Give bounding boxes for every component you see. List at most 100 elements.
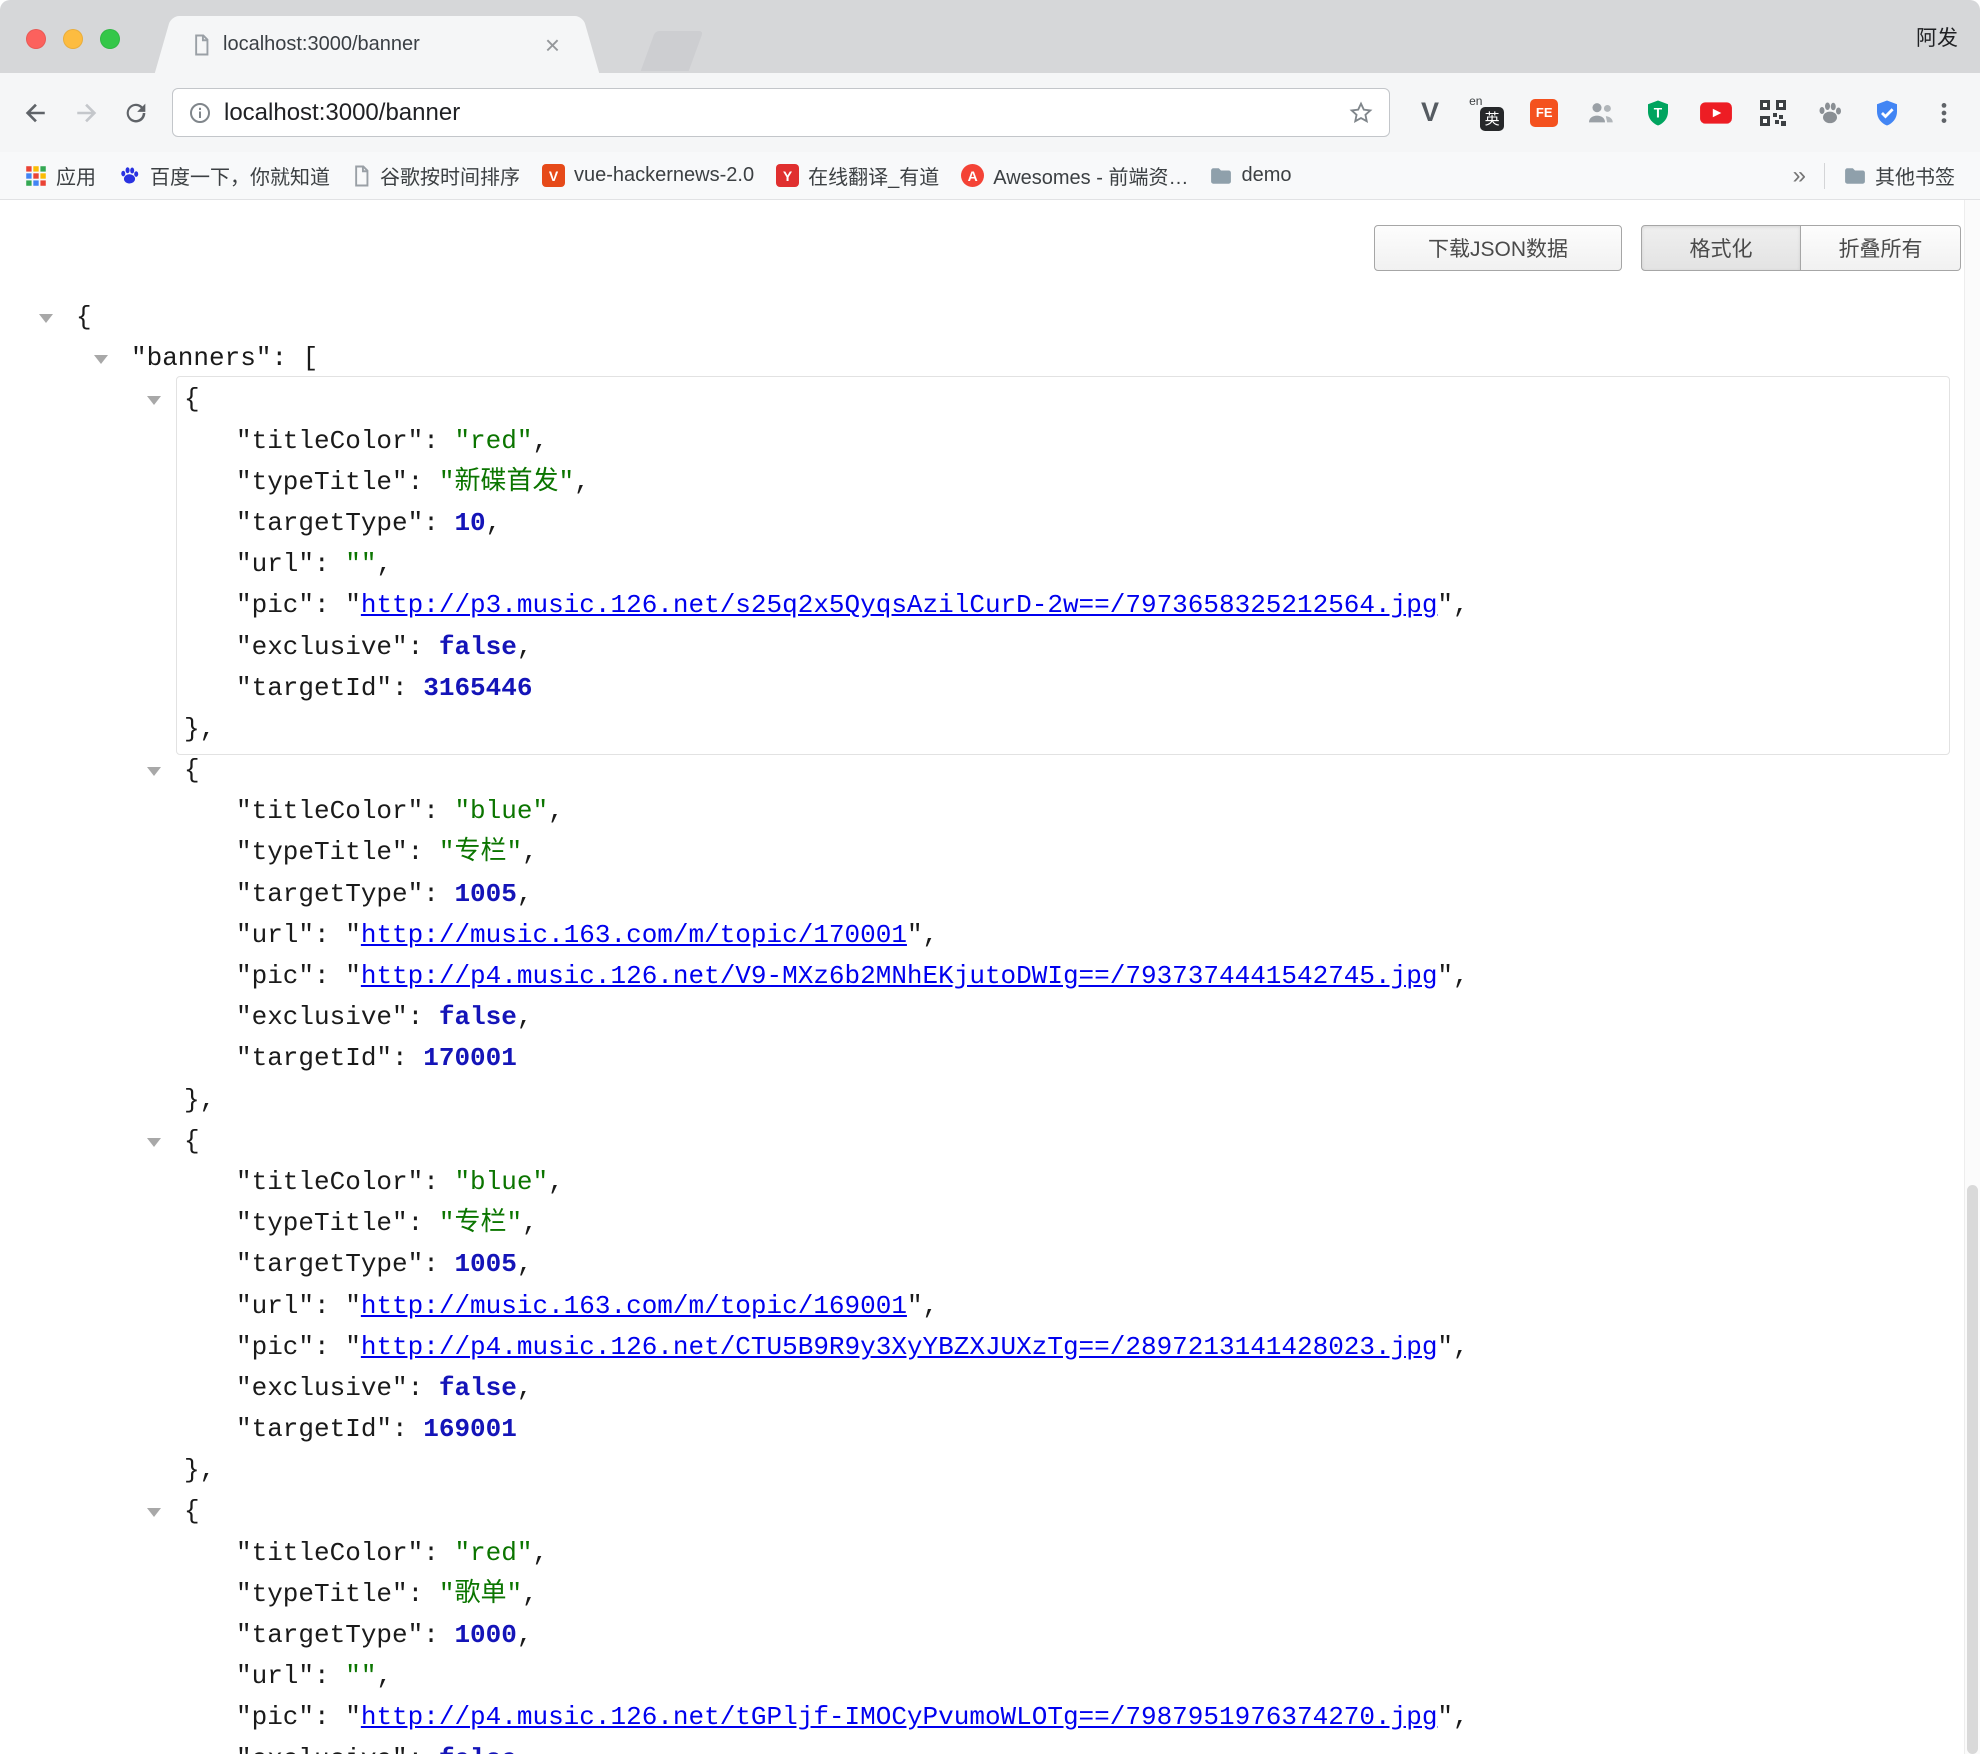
json-url-link[interactable]: http://p3.music.126.net/s25q2x5QyqsAzilC…	[361, 590, 1438, 620]
json-row: {	[0, 297, 1964, 338]
collapse-toggle-icon[interactable]	[147, 1508, 161, 1517]
json-punct: },	[184, 1455, 215, 1485]
json-punct: ,	[574, 467, 590, 497]
json-key: "titleColor"	[236, 1167, 423, 1197]
json-key: "targetType"	[236, 1249, 423, 1279]
browser-window: localhost:3000/banner × 阿发	[0, 0, 1980, 1754]
json-punct: :	[314, 961, 345, 991]
qrcode-extension-icon[interactable]	[1755, 95, 1791, 131]
json-key: "titleColor"	[236, 1538, 423, 1568]
fe-extension-icon[interactable]: FE	[1526, 95, 1562, 131]
collapse-toggle-icon[interactable]	[147, 1138, 161, 1147]
json-row: "targetId": 169001	[0, 1409, 1964, 1450]
json-punct: ,	[1453, 1702, 1469, 1732]
json-row: "exclusive": false,	[0, 997, 1964, 1038]
collapse-toggle-icon[interactable]	[39, 314, 53, 323]
back-button[interactable]	[14, 91, 58, 135]
format-button[interactable]: 格式化	[1641, 225, 1801, 271]
json-punct: :	[423, 1538, 454, 1568]
json-url-link[interactable]: http://p4.music.126.net/V9-MXz6b2MNhEKju…	[361, 961, 1438, 991]
json-key: "url"	[236, 1661, 314, 1691]
json-key: "banners"	[131, 343, 271, 373]
json-punct: ,	[1453, 961, 1469, 991]
json-punct: :	[392, 1414, 423, 1444]
bookmarks-overflow-chevron[interactable]: »	[1783, 162, 1816, 190]
browser-menu-button[interactable]	[1926, 95, 1962, 131]
json-key: "exclusive"	[236, 1002, 408, 1032]
json-string: "专栏"	[439, 1208, 522, 1238]
json-row: "typeTitle": "新碟首发",	[0, 462, 1964, 503]
json-punct: ,	[923, 920, 939, 950]
bookmark-awesomes[interactable]: A Awesomes - 前端资…	[950, 158, 1199, 194]
tab-close-icon[interactable]: ×	[543, 32, 562, 58]
youtube-extension-icon[interactable]	[1698, 95, 1734, 131]
json-number: 10	[454, 508, 485, 538]
bookmarks-bar: 应用 百度一下，你就知道 谷歌按时间排序 V vue-hackernews-2.…	[0, 152, 1980, 200]
collapse-toggle-icon[interactable]	[147, 396, 161, 405]
json-row: "targetType": 10,	[0, 503, 1964, 544]
bookmark-apps[interactable]: 应用	[14, 158, 107, 194]
translate-extension-icon[interactable]: en 英	[1469, 95, 1505, 131]
baidu-paw-icon	[118, 164, 141, 187]
reload-button[interactable]	[114, 91, 158, 135]
green-shield-icon: T	[1643, 98, 1673, 128]
json-boolean: false	[439, 1373, 517, 1403]
blue-shield-icon	[1872, 98, 1902, 128]
json-number: 1005	[454, 1249, 516, 1279]
kebab-menu-icon	[1931, 100, 1957, 126]
scrollbar-thumb[interactable]	[1967, 1185, 1978, 1754]
bookmark-baidu[interactable]: 百度一下，你就知道	[107, 158, 341, 194]
download-json-button[interactable]: 下载JSON数据	[1374, 225, 1622, 271]
traffic-lights	[26, 29, 120, 49]
json-punct: ,	[486, 508, 502, 538]
users-extension-icon[interactable]	[1583, 95, 1619, 131]
json-url-link[interactable]: http://music.163.com/m/topic/169001	[361, 1291, 907, 1321]
collapse-toggle-icon[interactable]	[94, 355, 108, 364]
page-info-icon[interactable]	[188, 101, 212, 125]
json-punct: :	[423, 1249, 454, 1279]
json-punct: "	[345, 1332, 361, 1362]
collapse-all-button[interactable]: 折叠所有	[1801, 225, 1961, 271]
shield-check-extension-icon[interactable]	[1869, 95, 1905, 131]
json-url-link[interactable]: http://p4.music.126.net/tGPljf-IMOCyPvum…	[361, 1702, 1438, 1732]
json-key: "exclusive"	[236, 1373, 408, 1403]
json-key: "titleColor"	[236, 426, 423, 456]
json-row: "targetType": 1000,	[0, 1615, 1964, 1656]
json-string: "专栏"	[439, 837, 522, 867]
extensions-row: V en 英 FE T	[1412, 95, 1966, 131]
close-window-button[interactable]	[26, 29, 46, 49]
json-row: "targetId": 170001	[0, 1038, 1964, 1079]
fullscreen-window-button[interactable]	[100, 29, 120, 49]
bookmark-demo-folder[interactable]: demo	[1199, 158, 1302, 194]
bookmark-vue-hackernews[interactable]: V vue-hackernews-2.0	[531, 158, 765, 194]
json-row: "titleColor": "blue",	[0, 791, 1964, 832]
other-bookmarks-folder[interactable]: 其他书签	[1833, 158, 1966, 194]
json-key: "titleColor"	[236, 796, 423, 826]
scrollbar-track[interactable]	[1964, 200, 1980, 1754]
bookmark-youdao-translate[interactable]: Y 在线翻译_有道	[765, 158, 950, 194]
json-punct: ,	[517, 1373, 533, 1403]
bookmark-star-button[interactable]	[1348, 100, 1374, 126]
minimize-window-button[interactable]	[63, 29, 83, 49]
bookmark-google-sort[interactable]: 谷歌按时间排序	[341, 158, 531, 194]
new-tab-button[interactable]	[641, 31, 704, 71]
forward-button[interactable]	[64, 91, 108, 135]
json-punct: "	[345, 920, 361, 950]
json-punct: :	[423, 879, 454, 909]
vimium-extension-icon[interactable]: V	[1412, 95, 1448, 131]
browser-tab[interactable]: localhost:3000/banner ×	[178, 16, 576, 73]
collapse-toggle-icon[interactable]	[147, 767, 161, 776]
shield-t-extension-icon[interactable]: T	[1640, 95, 1676, 131]
json-row: "targetType": 1005,	[0, 1244, 1964, 1285]
json-string: "歌单"	[439, 1579, 522, 1609]
json-url-link[interactable]: http://music.163.com/m/topic/170001	[361, 920, 907, 950]
json-punct: :	[408, 1744, 439, 1754]
profile-name[interactable]: 阿发	[1916, 22, 1958, 52]
json-key: "exclusive"	[236, 632, 408, 662]
paw-extension-icon[interactable]	[1812, 95, 1848, 131]
address-bar[interactable]: localhost:3000/banner	[172, 88, 1390, 137]
json-key: "typeTitle"	[236, 1579, 408, 1609]
json-key: "url"	[236, 920, 314, 950]
json-url-link[interactable]: http://p4.music.126.net/CTU5B9R9y3XyYBZX…	[361, 1332, 1438, 1362]
json-punct: ,	[923, 1291, 939, 1321]
